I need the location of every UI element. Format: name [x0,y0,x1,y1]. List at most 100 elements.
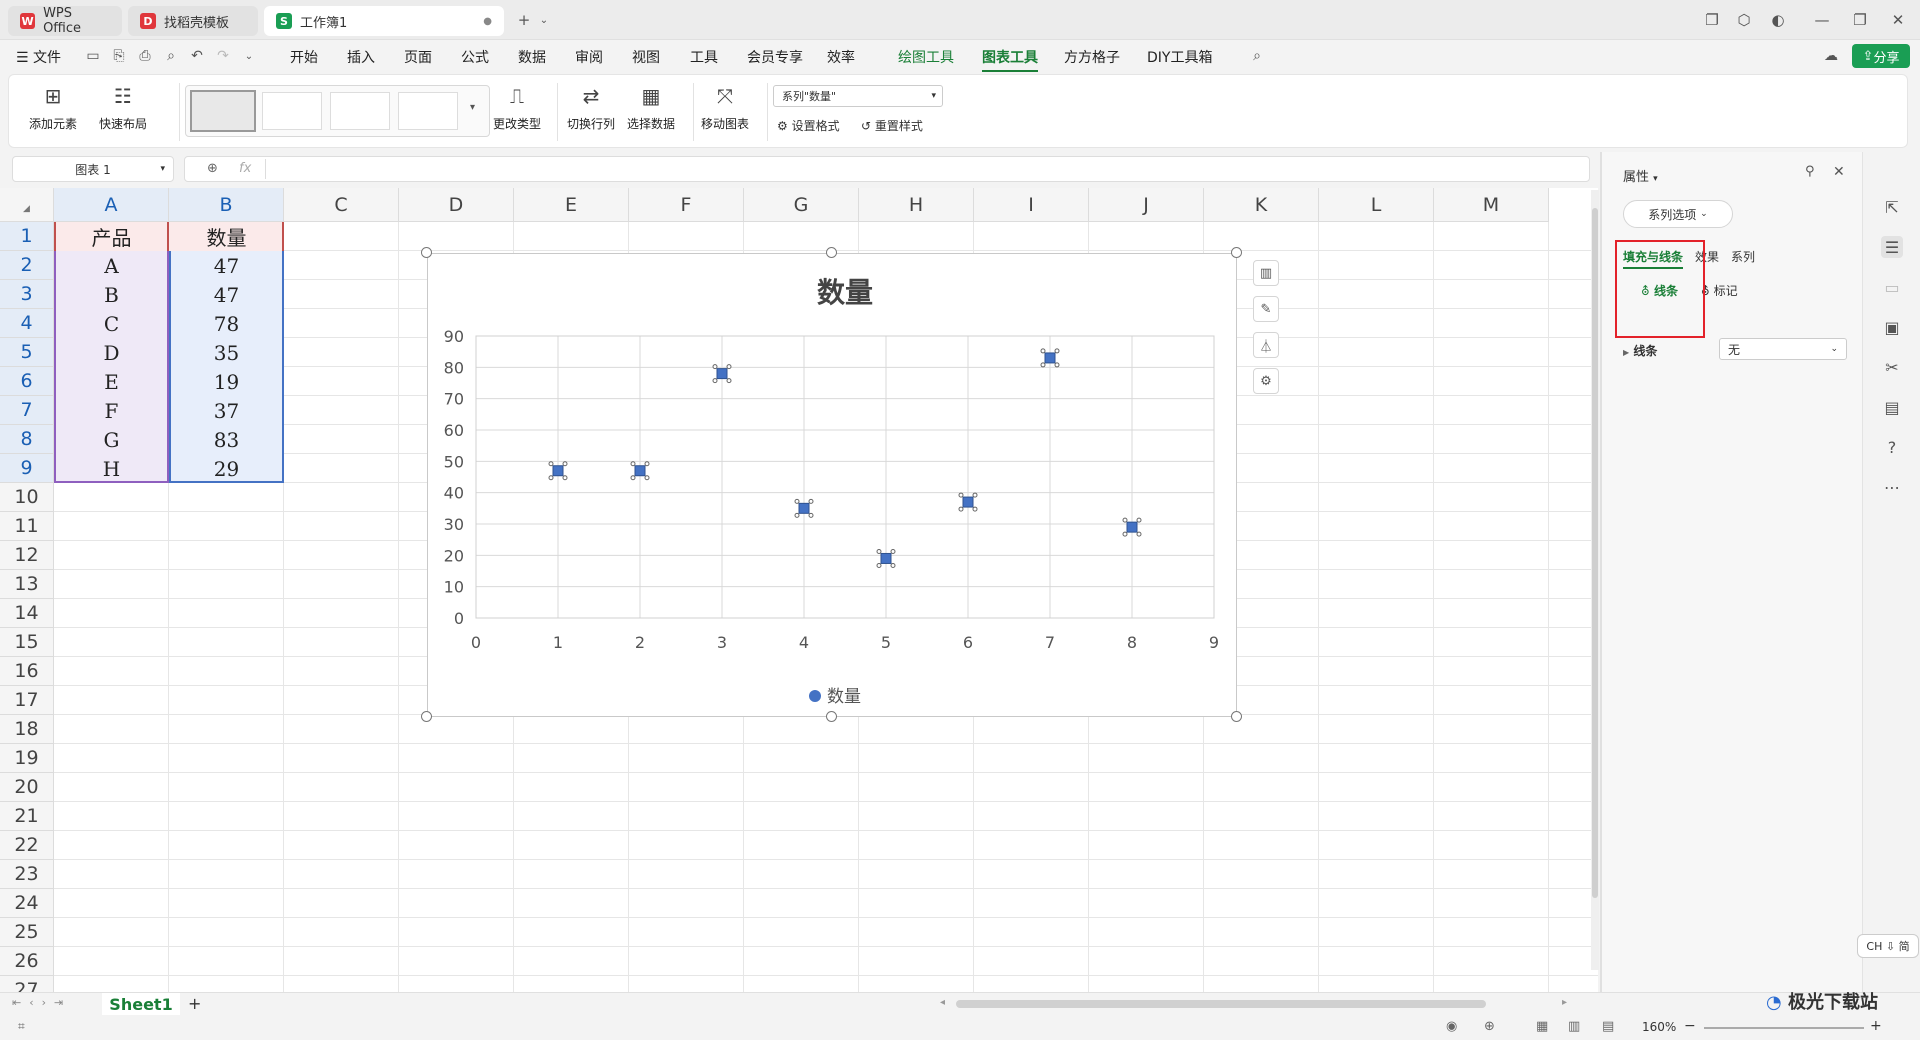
ime-indicator[interactable]: CH ⇩ 简 [1857,934,1919,958]
tab-docer[interactable]: D 找稻壳模板 [128,6,258,36]
line-type-select[interactable]: 无 ⌄ [1719,338,1847,360]
zoom-out-icon[interactable]: − [1684,1018,1696,1034]
chart-style-brush-icon[interactable]: ✎ [1253,296,1279,322]
chart-style-thumb[interactable] [330,92,390,130]
row-header-22[interactable]: 22 [0,831,54,860]
help-icon[interactable]: ? [1881,436,1903,458]
row-header-2[interactable]: 2 [0,251,54,280]
window-tile-icon[interactable]: ❐ [1698,8,1726,32]
row-header-24[interactable]: 24 [0,889,54,918]
menu-item-5[interactable]: 审阅 [575,47,603,67]
scatter-chart[interactable]: 数量 0 10 20 30 40 50 60 70 80 90 0 1 2 3 4 5 6 7 8 9 数量 [427,253,1237,717]
add-element-button[interactable]: ⊞ 添加元素 [29,83,77,132]
menu-item-12[interactable]: 方方格子 [1064,47,1120,67]
chart-resize-handle[interactable] [1231,711,1242,722]
chart-style-gallery[interactable]: ▾ [185,85,490,137]
column-header-D[interactable]: D [399,188,514,222]
add-sheet-button[interactable]: + [188,994,201,1013]
h-scroll-right-icon[interactable]: ▸ [1562,997,1567,1008]
formula-input[interactable]: ⊕ fx [184,156,1590,182]
row-header-4[interactable]: 4 [0,309,54,338]
tab-series[interactable]: 系列 [1731,248,1755,265]
column-header-C[interactable]: C [284,188,399,222]
row-header-9[interactable]: 9 [0,454,54,483]
chart-style-thumb[interactable] [190,90,256,132]
sheet-tab-sheet1[interactable]: Sheet1 [102,993,180,1015]
eye-protection-icon[interactable]: ◉ [1446,1019,1457,1034]
zoom-in-icon[interactable]: + [1870,1018,1882,1034]
horizontal-scrollbar-thumb[interactable] [956,1000,1486,1008]
quick-access-more-icon[interactable]: ⌄ [240,47,258,65]
chart-settings-icon[interactable]: ⚙ [1253,368,1279,394]
column-header-E[interactable]: E [514,188,629,222]
chart-resize-handle[interactable] [421,247,432,258]
menu-item-7[interactable]: 工具 [690,47,718,67]
locate-icon[interactable]: ⊕ [1484,1019,1495,1034]
column-header-K[interactable]: K [1204,188,1319,222]
menu-item-0[interactable]: 开始 [290,47,318,67]
zoom-formula-icon[interactable]: ⊕ [207,161,218,176]
pane-title[interactable]: 属性 ▾ [1623,166,1658,185]
chart-style-thumb[interactable] [398,92,458,130]
pin-icon[interactable]: ⚲ [1805,164,1815,179]
close-icon[interactable]: ✕ [1884,8,1912,32]
chart-elements-icon[interactable]: ▥ [1253,260,1279,286]
set-format-button[interactable]: ⚙ 设置格式 [777,117,840,134]
column-header-L[interactable]: L [1319,188,1434,222]
row-header-20[interactable]: 20 [0,773,54,802]
row-header-12[interactable]: 12 [0,541,54,570]
chart-resize-handle[interactable] [1231,247,1242,258]
h-scroll-left-icon[interactable]: ◂ [940,997,945,1008]
row-header-25[interactable]: 25 [0,918,54,947]
cube-icon[interactable]: ⬡ [1730,8,1758,32]
row-header-21[interactable]: 21 [0,802,54,831]
menu-item-13[interactable]: DIY工具箱 [1147,47,1212,67]
sheet-nav-arrows-icon[interactable]: ⇤‹›⇥ [12,996,71,1009]
switch-rowcol-button[interactable]: ⇄ 切换行列 [567,83,615,132]
column-header-I[interactable]: I [974,188,1089,222]
minimize-icon[interactable]: — [1808,8,1836,32]
menu-item-11[interactable]: 图表工具 [982,47,1038,72]
subtab-marker[interactable]: ⛢ 标记 [1701,282,1738,299]
image-icon[interactable]: ▣ [1881,316,1903,338]
chart-resize-handle[interactable] [421,711,432,722]
select-pointer-icon[interactable]: ⇱ [1881,196,1903,218]
row-header-19[interactable]: 19 [0,744,54,773]
book-icon[interactable]: ▤ [1881,396,1903,418]
move-chart-button[interactable]: ⤧ 移动图表 [701,83,749,132]
column-header-B[interactable]: B [169,188,284,222]
row-header-8[interactable]: 8 [0,425,54,454]
save-icon[interactable]: ▭ [84,47,102,65]
row-header-26[interactable]: 26 [0,947,54,976]
row-header-5[interactable]: 5 [0,338,54,367]
row-header-1[interactable]: 1 [0,222,54,251]
scrollbar-thumb[interactable] [1592,208,1598,898]
row-header-15[interactable]: 15 [0,628,54,657]
row-header-17[interactable]: 17 [0,686,54,715]
row-header-16[interactable]: 16 [0,657,54,686]
avatar[interactable]: ◐ [1764,8,1792,32]
series-options-dropdown[interactable]: 系列选项 ⌄ [1623,200,1733,228]
chevron-down-icon[interactable]: ⌄ [530,8,558,32]
row-header-23[interactable]: 23 [0,860,54,889]
quick-layout-button[interactable]: ☷ 快速布局 [99,83,147,132]
zoom-level[interactable]: 160% [1642,1020,1676,1034]
chart-resize-handle[interactable] [826,247,837,258]
header-cell[interactable]: 数量 [169,222,284,251]
cloud-icon[interactable]: ☁ [1822,47,1840,65]
column-header-F[interactable]: F [629,188,744,222]
column-header-M[interactable]: M [1434,188,1549,222]
menu-item-1[interactable]: 插入 [347,47,375,67]
export-icon[interactable]: ⎘ [110,47,128,65]
vertical-scrollbar[interactable] [1591,190,1599,970]
chart-filter-icon[interactable]: ⏃ [1253,332,1279,358]
row-header-7[interactable]: 7 [0,396,54,425]
unsaved-dot-icon[interactable]: ● [483,16,492,27]
file-menu[interactable]: ☰ 文件 [16,47,61,67]
close-icon[interactable]: ✕ [1833,164,1845,180]
row-header-27[interactable]: 27 [0,976,54,992]
chart-resize-handle[interactable] [826,711,837,722]
row-header-14[interactable]: 14 [0,599,54,628]
page-view-icon[interactable]: ▥ [1568,1019,1580,1034]
comment-icon[interactable]: ▭ [1881,276,1903,298]
